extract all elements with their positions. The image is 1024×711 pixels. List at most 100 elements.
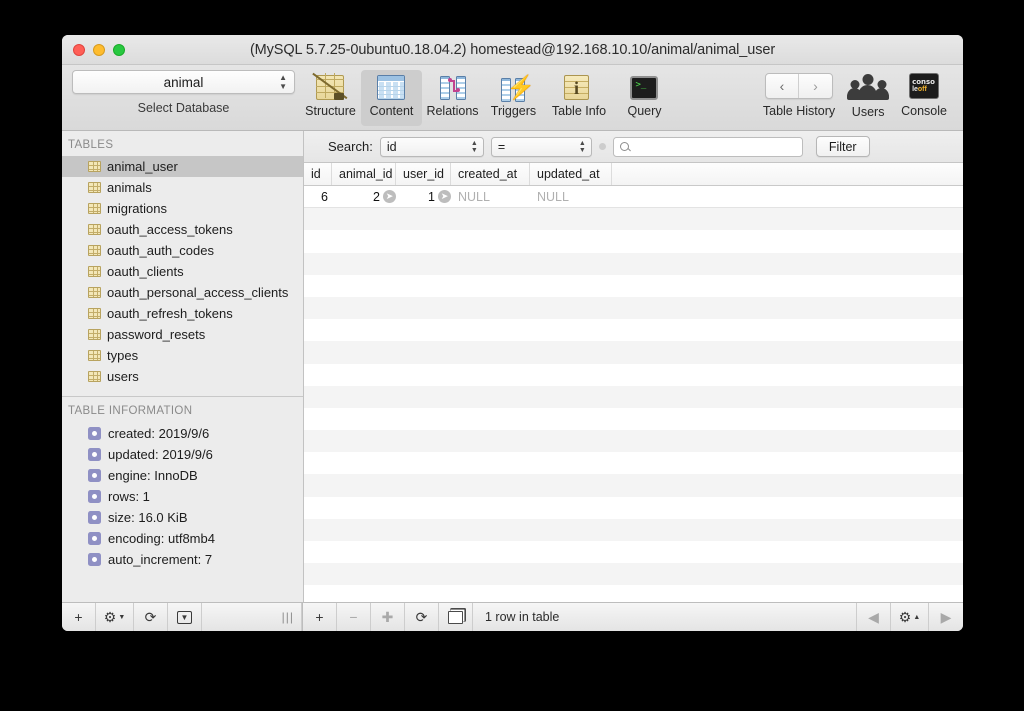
search-input[interactable] (632, 139, 796, 154)
search-bar: Search: id ▲ ▼ = ▲ ▼ Filter (304, 131, 963, 163)
cell-filler (612, 186, 963, 207)
content-icon (376, 73, 407, 101)
table-empty-row (304, 208, 963, 231)
tables-section-header: TABLES (68, 139, 114, 151)
toolbar-tab-label: Triggers (490, 104, 537, 118)
toolbar-tab-structure[interactable]: Structure (300, 70, 361, 118)
table-information-list: created: 2019/9/6 updated: 2019/9/6 engine… (62, 423, 303, 570)
sidebar-table-item[interactable]: oauth_refresh_tokens (62, 303, 303, 324)
table-empty-row (304, 363, 963, 386)
close-window-button[interactable] (73, 44, 85, 56)
history-back-button[interactable]: ‹ (766, 74, 799, 98)
toolbar-tab-table-info[interactable]: i Table Info (544, 70, 614, 118)
sidebar-table-item[interactable]: oauth_clients (62, 261, 303, 282)
sidebar-table-item[interactable]: types (62, 345, 303, 366)
sidebar-resize-grip[interactable]: ||| (202, 603, 302, 631)
sidebar-table-label: users (107, 369, 139, 384)
structure-icon (312, 72, 347, 101)
sidebar-table-item[interactable]: users (62, 366, 303, 387)
data-table: id animal_id user_id created_at updated_… (304, 163, 963, 602)
search-input-wrapper[interactable] (612, 136, 803, 157)
search-operator-value: = (497, 139, 506, 154)
query-icon: >_ (629, 73, 660, 101)
sidebar-table-item[interactable]: oauth_personal_access_clients (62, 282, 303, 303)
table-empty-row (304, 274, 963, 297)
table-empty-row (304, 563, 963, 586)
sidebar-table-label: migrations (107, 201, 167, 216)
remove-row-button[interactable]: − (337, 603, 371, 631)
duplicate-row-button[interactable]: ✚ (371, 603, 405, 631)
sidebar-table-item[interactable]: animal_user (62, 156, 303, 177)
refresh-tables-button[interactable]: ⟳ (134, 603, 168, 631)
sidebar-table-label: oauth_auth_codes (107, 243, 214, 258)
toolbar-tab-label: Relations (426, 104, 479, 118)
column-header-updated-at[interactable]: updated_at (530, 163, 612, 185)
minimize-window-button[interactable] (93, 44, 105, 56)
toolbar-tab-label: Structure (305, 104, 356, 118)
table-grid-icon (88, 287, 101, 298)
next-page-button[interactable]: ▶ (929, 603, 963, 631)
table-information-item: created: 2019/9/6 (62, 423, 303, 444)
info-bullet-icon (88, 511, 101, 524)
column-header-filler (612, 163, 963, 185)
table-information-section-header: TABLE INFORMATION (68, 405, 193, 417)
column-header-id[interactable]: id (304, 163, 332, 185)
triggers-icon: ⚡ (499, 73, 535, 102)
cell-animal-id[interactable]: 2 ➤ (332, 186, 396, 207)
console-button[interactable]: conso leoff Console (895, 70, 953, 118)
table-empty-row (304, 252, 963, 275)
column-header-user-id[interactable]: user_id (396, 163, 451, 185)
relation-jump-icon[interactable]: ➤ (438, 190, 451, 204)
toolbar-tab-label: Query (627, 104, 662, 118)
sidebar-table-item[interactable]: oauth_access_tokens (62, 219, 303, 240)
search-operator-select[interactable]: = ▲ ▼ (490, 136, 592, 157)
console-icon-line2: leoff (912, 86, 927, 93)
reload-rows-button[interactable]: ⟳ (405, 603, 439, 631)
table-empty-row (304, 496, 963, 519)
cell-created-at[interactable]: NULL (451, 186, 530, 207)
users-button[interactable]: Users (841, 70, 895, 119)
add-table-button[interactable]: + (62, 603, 96, 631)
table-grid-icon (88, 371, 101, 382)
cell-id[interactable]: 6 (304, 186, 332, 207)
previous-page-button[interactable]: ◀ (857, 603, 891, 631)
table-row[interactable]: 6 2 ➤ 1 ➤ NULL NULL (304, 186, 963, 209)
sidebar-table-item[interactable]: oauth_auth_codes (62, 240, 303, 261)
toolbar-tab-content[interactable]: Content (361, 70, 422, 126)
table-information-item: rows: 1 (62, 486, 303, 507)
info-bullet-icon (88, 469, 101, 482)
window-title: (MySQL 5.7.25-0ubuntu0.18.04.2) homestea… (249, 41, 776, 58)
info-bullet-icon (88, 553, 101, 566)
info-bullet-icon (88, 490, 101, 503)
table-grid-icon (88, 329, 101, 340)
sidebar-table-item[interactable]: password_resets (62, 324, 303, 345)
toolbar-tab-query[interactable]: >_ Query (614, 70, 675, 118)
sidebar-table-item[interactable]: animals (62, 177, 303, 198)
copy-row-button[interactable] (439, 603, 473, 631)
history-arrows-icon: ‹ › (765, 73, 833, 99)
export-button[interactable]: ▼ (168, 603, 202, 631)
relation-jump-icon[interactable]: ➤ (383, 190, 396, 204)
toolbar-right-group: ‹ › Table History Users conso leoff Cons… (757, 70, 953, 119)
sidebar-table-label: oauth_access_tokens (107, 222, 233, 237)
cell-user-id[interactable]: 1 ➤ (396, 186, 451, 207)
stepper-icon: ▲ ▼ (279, 73, 287, 91)
history-forward-button[interactable]: › (799, 74, 832, 98)
sidebar-table-item[interactable]: migrations (62, 198, 303, 219)
column-header-created-at[interactable]: created_at (451, 163, 530, 185)
table-settings-gear-button[interactable]: ⚙ ▼ (96, 603, 134, 631)
database-select[interactable]: animal ▲ ▼ (72, 70, 295, 94)
page-gear-button[interactable]: ⚙ ▲ (891, 603, 929, 631)
toolbar-tab-relations[interactable]: Relations (422, 70, 483, 118)
zoom-window-button[interactable] (113, 44, 125, 56)
table-header-row: id animal_id user_id created_at updated_… (304, 163, 963, 186)
add-row-button[interactable]: + (303, 603, 337, 631)
content-pane: Search: id ▲ ▼ = ▲ ▼ Filter id animal_id… (304, 131, 963, 602)
filter-button[interactable]: Filter (815, 136, 870, 157)
search-field-select[interactable]: id ▲ ▼ (379, 136, 484, 157)
column-header-animal-id[interactable]: animal_id (332, 163, 396, 185)
console-icon-line1: conso (912, 78, 935, 86)
toolbar-tab-triggers[interactable]: ⚡ Triggers (483, 70, 544, 119)
sidebar-table-label: oauth_refresh_tokens (107, 306, 233, 321)
cell-updated-at[interactable]: NULL (530, 186, 612, 207)
